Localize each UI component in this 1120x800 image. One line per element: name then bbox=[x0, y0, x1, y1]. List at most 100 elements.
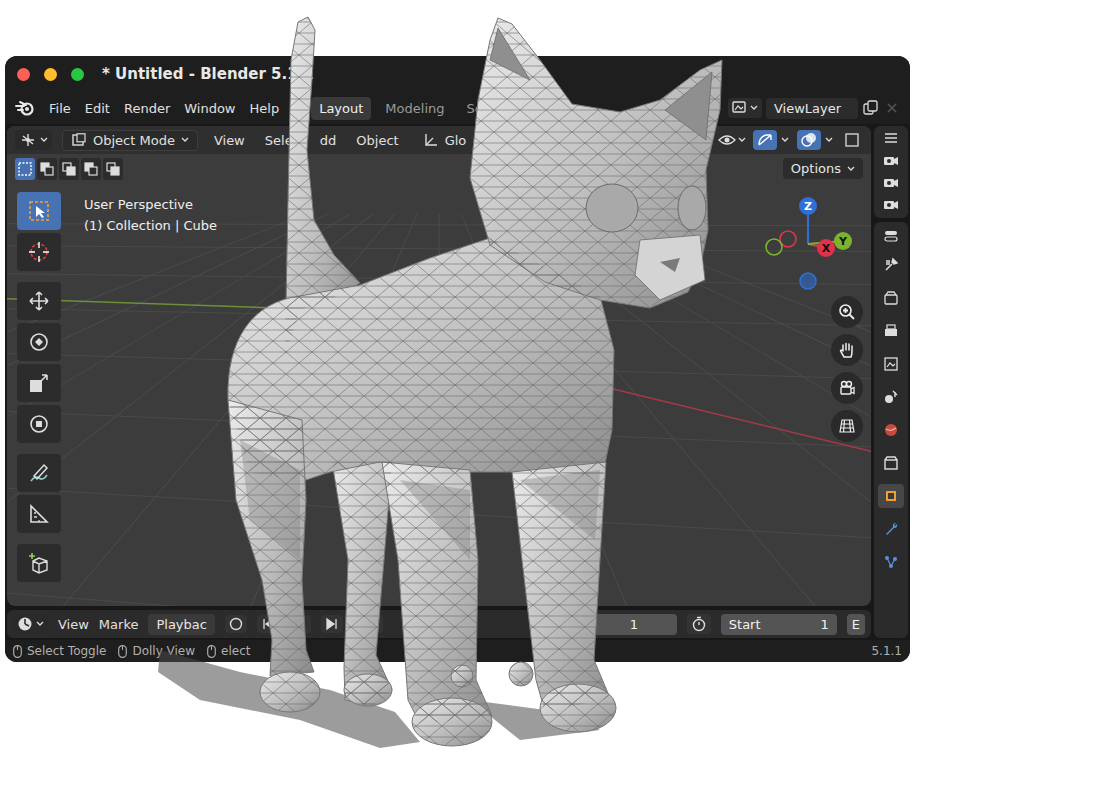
copy-icon[interactable] bbox=[862, 100, 880, 116]
svg-text:X: X bbox=[822, 242, 831, 255]
axis-ball[interactable]: Y bbox=[834, 232, 852, 250]
negative-axis-icon[interactable] bbox=[800, 273, 816, 289]
menu-item[interactable]: Render bbox=[124, 101, 170, 116]
render-tab-icon[interactable] bbox=[878, 286, 904, 310]
output-tab-icon[interactable] bbox=[878, 319, 904, 343]
blender-window: * Untitled - Blender 5.1.1 File Edit Render… bbox=[5, 56, 910, 662]
workspace-tabs: Layout Modeling Sc bbox=[311, 97, 490, 120]
header-menu[interactable]: Object bbox=[356, 133, 398, 148]
add-tool-icon[interactable] bbox=[17, 544, 61, 582]
camera-view-icon[interactable] bbox=[831, 372, 863, 404]
current-frame-field[interactable]: 1 bbox=[591, 614, 677, 635]
blender-logo-icon[interactable] bbox=[15, 100, 35, 116]
workspace-tab[interactable]: Sc bbox=[458, 97, 489, 120]
orientation-dropdown[interactable]: Glo bbox=[423, 132, 467, 148]
zoom-button[interactable] bbox=[71, 68, 84, 81]
visibility-icon[interactable] bbox=[715, 131, 749, 149]
timeline-header: View Marke Playbac 1 Start1 E bbox=[7, 610, 871, 638]
object-tab-icon[interactable] bbox=[878, 484, 904, 508]
jump-end-icon[interactable] bbox=[321, 615, 343, 633]
render-camera-icon[interactable] bbox=[883, 154, 899, 168]
collection-tab-icon[interactable] bbox=[878, 451, 904, 475]
xray-icon[interactable] bbox=[841, 130, 863, 150]
modifier-tab-icon[interactable] bbox=[878, 517, 904, 541]
end-frame-field[interactable]: E bbox=[847, 614, 865, 635]
rotate-tool-icon[interactable] bbox=[17, 323, 61, 361]
keyframe-jump-icon[interactable] bbox=[353, 615, 383, 633]
desktop: * Untitled - Blender 5.1.1 File Edit Render… bbox=[0, 0, 1120, 800]
pan-hand-icon[interactable] bbox=[831, 334, 863, 366]
view-tab-icon[interactable] bbox=[878, 352, 904, 376]
select-mode-icon[interactable] bbox=[37, 158, 57, 180]
render-camera-icon[interactable] bbox=[883, 176, 899, 190]
outliner-filter-icon[interactable] bbox=[883, 132, 899, 146]
menu-item[interactable]: Edit bbox=[85, 101, 110, 116]
ortho-grid-icon[interactable] bbox=[831, 410, 863, 442]
menu-item[interactable]: File bbox=[49, 101, 71, 116]
overlay-toggle-icon[interactable] bbox=[797, 130, 821, 150]
play-reverse-icon[interactable] bbox=[289, 615, 311, 633]
navigation-gizmo[interactable]: Z XY bbox=[763, 192, 863, 297]
axis-ball[interactable]: Z bbox=[799, 197, 817, 215]
viewport-header: Object Mode View Selec dd Object Glo bbox=[7, 126, 871, 154]
move-tool-icon[interactable] bbox=[17, 282, 61, 320]
timeline-menu[interactable]: View bbox=[58, 617, 89, 632]
editor-type-icon[interactable] bbox=[15, 130, 52, 150]
transform-tool-icon[interactable] bbox=[17, 405, 61, 443]
tool-tab-icon[interactable] bbox=[878, 253, 904, 277]
timeline-menu[interactable]: Marke bbox=[99, 617, 139, 632]
measure-tool-icon[interactable] bbox=[17, 495, 61, 533]
menu-bar: File Edit Render Window Help Layout Modeling Sc… bbox=[5, 92, 910, 124]
workspace-tab[interactable]: Modeling bbox=[377, 97, 452, 120]
properties-tabs bbox=[874, 222, 908, 638]
select-mode-icon[interactable] bbox=[15, 158, 35, 180]
select-mode-icon[interactable] bbox=[81, 158, 101, 180]
record-icon[interactable] bbox=[225, 615, 247, 633]
select-mode-icon[interactable] bbox=[103, 158, 123, 180]
render-camera-icon[interactable] bbox=[883, 198, 899, 212]
gizmo-menu-icon[interactable] bbox=[781, 137, 789, 143]
status-hint: elect bbox=[207, 644, 250, 658]
close-button[interactable] bbox=[17, 68, 30, 81]
stopwatch-icon[interactable] bbox=[687, 614, 711, 634]
negative-axis-icon[interactable] bbox=[766, 239, 782, 255]
status-hint: Select Toggle bbox=[13, 644, 106, 658]
minimize-button[interactable] bbox=[44, 68, 57, 81]
mouse-icon bbox=[207, 645, 216, 658]
properties-sidebar bbox=[874, 126, 908, 638]
header-menu[interactable]: dd bbox=[320, 133, 337, 148]
view-layer-field[interactable]: ViewLayer bbox=[766, 98, 858, 119]
overlay-menu-icon[interactable] bbox=[825, 137, 833, 143]
menu-item[interactable]: Window bbox=[184, 101, 235, 116]
header-menu[interactable]: Selec bbox=[265, 133, 300, 148]
world-tab-icon[interactable] bbox=[878, 418, 904, 442]
panel-toggle-icon[interactable] bbox=[883, 228, 899, 244]
window-title: * Untitled - Blender 5.1.1 bbox=[102, 65, 314, 83]
remove-icon[interactable] bbox=[884, 100, 900, 116]
start-frame-field[interactable]: Start1 bbox=[721, 614, 837, 635]
annotate-tool-icon[interactable] bbox=[17, 454, 61, 492]
zoom-icon[interactable] bbox=[831, 296, 863, 328]
gizmo-toggle-icon[interactable] bbox=[753, 130, 777, 150]
select-tool-icon[interactable] bbox=[17, 192, 61, 230]
status-bar: Select ToggleDolly Viewelect5.1.1 bbox=[5, 640, 910, 662]
viewport-info: User Perspective(1) Collection | Cube bbox=[84, 194, 217, 236]
options-dropdown[interactable]: Options bbox=[783, 158, 863, 179]
mode-dropdown[interactable]: Object Mode bbox=[62, 130, 198, 151]
scale-tool-icon[interactable] bbox=[17, 364, 61, 402]
header-menu[interactable]: View bbox=[214, 133, 245, 148]
playback-menu[interactable]: Playbac bbox=[148, 614, 214, 635]
menu-item[interactable]: Help bbox=[250, 101, 280, 116]
workspace-tab[interactable]: Layout bbox=[311, 97, 371, 120]
particles-tab-icon[interactable] bbox=[878, 550, 904, 574]
scene-tab-icon[interactable] bbox=[878, 385, 904, 409]
outliner-strip bbox=[874, 126, 908, 218]
view-layer-icon[interactable] bbox=[728, 98, 762, 118]
select-mode-icon[interactable] bbox=[59, 158, 79, 180]
cat-shadow bbox=[158, 650, 600, 748]
jump-start-icon[interactable] bbox=[257, 615, 279, 633]
axis-ball[interactable]: X bbox=[817, 239, 835, 257]
timeline-editor-icon[interactable] bbox=[13, 614, 48, 634]
viewport-canvas[interactable]: User Perspective(1) Collection | Cube Opt… bbox=[7, 154, 871, 606]
cursor-tool-icon[interactable] bbox=[17, 233, 61, 271]
